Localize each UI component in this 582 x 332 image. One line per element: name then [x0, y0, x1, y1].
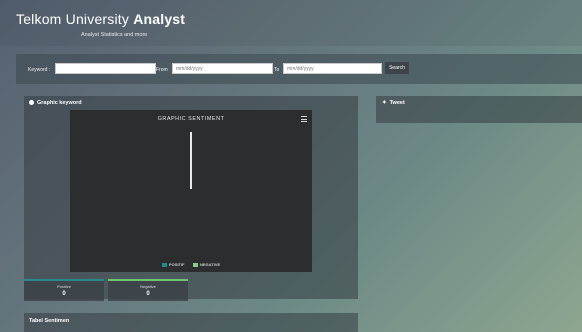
sentiment-table-title: Tabel Sentimen — [29, 318, 70, 324]
legend-negative[interactable]: NEGATIVE — [193, 262, 220, 267]
tagline: Analyst Statistics and more — [81, 32, 148, 38]
keyword-label: Keyword : — [28, 67, 51, 73]
twitter-icon: ✦ — [382, 100, 387, 106]
search-bar: Keyword : From To Search — [16, 54, 582, 84]
app-brand[interactable]: Telkom University Analyst — [16, 11, 185, 27]
tweet-label: Tweet — [389, 100, 405, 106]
negative-value: 0 — [146, 291, 150, 297]
tweet-panel: ✦ Tweet — [376, 96, 582, 123]
graphic-keyword-title: Graphic keyword — [29, 100, 82, 106]
search-button[interactable]: Search — [385, 62, 409, 74]
positive-label: Positive — [56, 284, 71, 289]
chart-menu-icon[interactable] — [301, 116, 307, 122]
negative-label: Negative — [140, 284, 156, 289]
graphic-keyword-label: Graphic keyword — [37, 100, 82, 106]
legend-positif[interactable]: POSITIF — [162, 262, 185, 267]
legend-swatch-positif — [162, 263, 167, 267]
circle-icon — [29, 100, 34, 105]
chart-title: GRAPHIC SENTIMENT — [157, 116, 225, 122]
top-header: Telkom University Analyst Analyst Statis… — [0, 0, 582, 46]
tweet-title: ✦ Tweet — [382, 100, 405, 106]
negative-stat-card: Negative 0 — [108, 279, 188, 301]
chart-bar — [190, 132, 192, 189]
legend-positif-label: POSITIF — [169, 262, 185, 267]
positive-value: 0 — [62, 291, 66, 297]
brand-bold-text: Analyst — [133, 11, 186, 27]
to-label: To — [274, 67, 280, 73]
legend-swatch-negative — [193, 263, 198, 267]
keyword-input[interactable] — [55, 63, 156, 74]
from-label: From — [156, 67, 168, 73]
legend-negative-label: NEGATIVE — [200, 262, 221, 267]
from-date-input[interactable] — [172, 63, 273, 74]
positive-stat-card: Positive 0 — [24, 279, 104, 301]
brand-text: Telkom University — [16, 11, 134, 27]
sentiment-chart: GRAPHIC SENTIMENT POSITIF NEGATIVE — [70, 110, 312, 272]
sentiment-table-panel: Tabel Sentimen — [24, 313, 358, 332]
to-date-input[interactable] — [283, 63, 382, 74]
